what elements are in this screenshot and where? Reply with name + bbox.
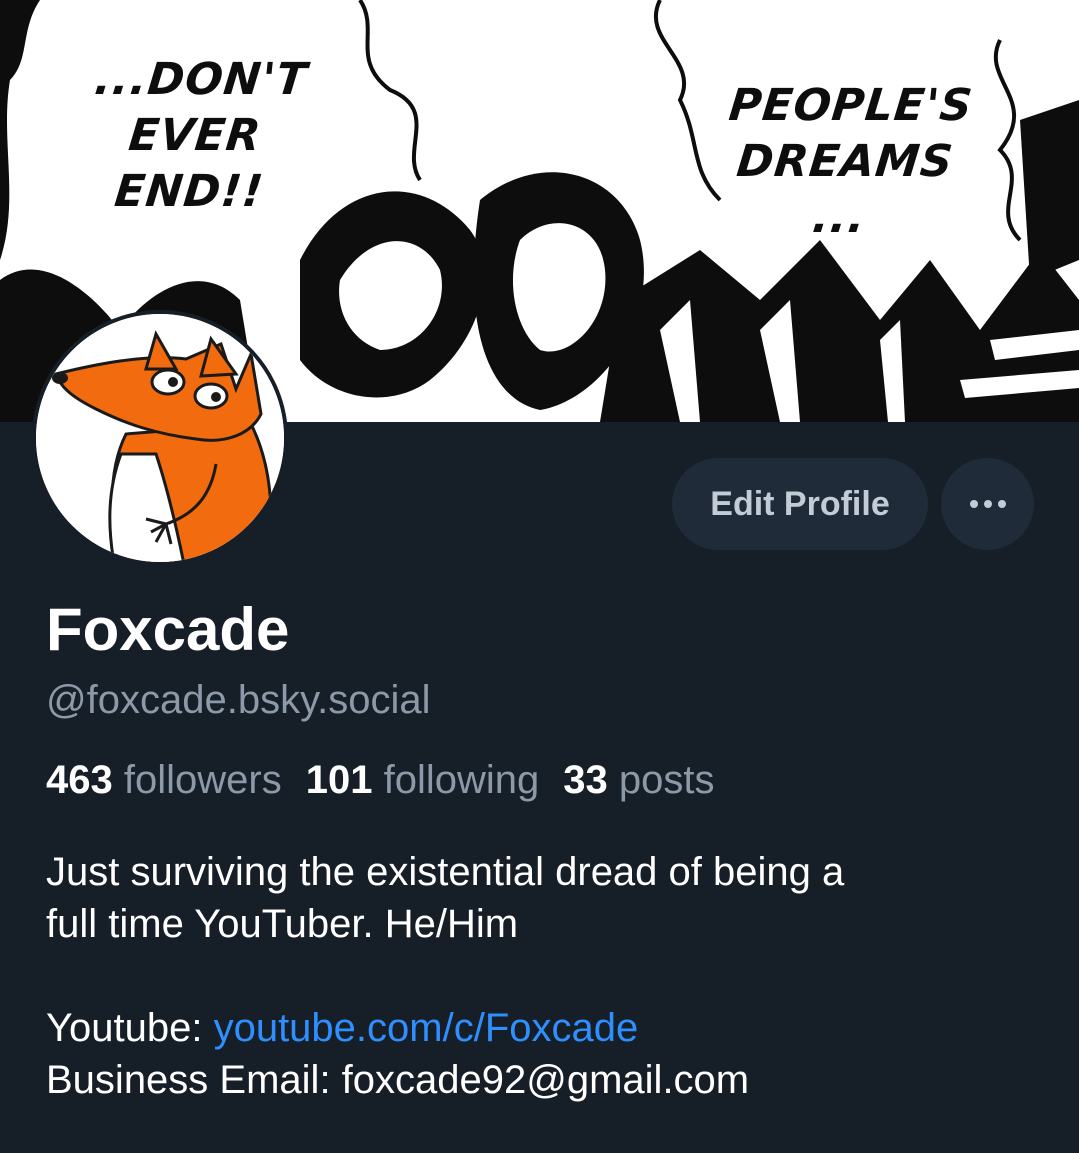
banner-caption-right: PEOPLE'S DREAMS ...	[691, 78, 999, 246]
banner-caption-right-line: DREAMS	[734, 136, 956, 187]
posts-stat: 33 posts	[563, 758, 714, 802]
edit-profile-button[interactable]: Edit Profile	[672, 458, 928, 550]
followers-label: followers	[123, 758, 282, 802]
following-count: 101	[305, 758, 373, 802]
youtube-label: Youtube:	[46, 1006, 214, 1050]
bio-line: Just surviving the existential dread of …	[46, 850, 845, 894]
banner-caption-left: ...DON'T EVER END!!	[61, 52, 329, 220]
banner-caption-left-line: ...DON'T	[92, 54, 310, 105]
fox-avatar-icon	[36, 314, 284, 562]
bio-email-line: Business Email: foxcade92@gmail.com	[46, 1058, 750, 1102]
followers-count: 463	[46, 758, 113, 802]
posts-label: posts	[618, 758, 715, 802]
banner-caption-left-line: EVER	[126, 110, 264, 161]
bio-line: full time YouTuber. He/Him	[46, 902, 519, 946]
more-options-button[interactable]	[941, 458, 1034, 550]
edit-profile-label: Edit Profile	[710, 484, 890, 523]
posts-count: 33	[563, 758, 608, 802]
banner-caption-right-line: PEOPLE'S	[726, 80, 976, 131]
following-stat[interactable]: 101 following	[306, 758, 540, 802]
following-label: following	[383, 758, 540, 802]
display-name: Foxcade	[46, 596, 290, 663]
ellipsis-icon	[969, 500, 1006, 508]
followers-stat[interactable]: 463 followers	[46, 758, 282, 802]
bio-youtube-line: Youtube: youtube.com/c/Foxcade	[46, 1002, 1046, 1054]
youtube-link[interactable]: youtube.com/c/Foxcade	[214, 1006, 639, 1050]
avatar[interactable]	[32, 310, 288, 566]
profile-bio: Just surviving the existential dread of …	[46, 846, 1046, 1106]
banner-caption-left-line: END!!	[112, 166, 267, 217]
profile-handle: @foxcade.bsky.social	[46, 678, 431, 722]
profile-stats: 463 followers 101 following 33 posts	[46, 754, 714, 806]
banner-caption-right-line: ...	[809, 192, 869, 243]
